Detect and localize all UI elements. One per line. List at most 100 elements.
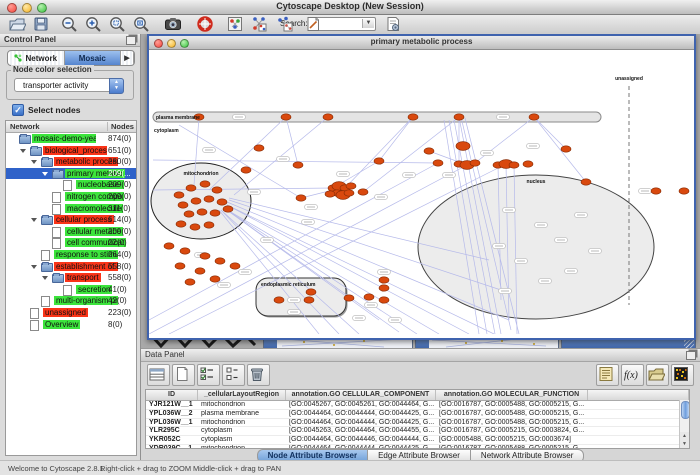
network-tree-header[interactable]: Network Nodes <box>6 121 136 133</box>
expand-arrow-icon[interactable] <box>31 218 37 222</box>
network-node[interactable] <box>210 210 220 216</box>
network-node[interactable] <box>581 179 591 185</box>
network-node[interactable] <box>379 297 389 303</box>
tree-row-biological-process[interactable]: biological_process651(0) <box>6 145 136 157</box>
network-node[interactable] <box>204 196 214 202</box>
table-row-ypl036w-2[interactable]: YPL036W__2plasma membrane[GO:0044464, GO… <box>146 410 689 419</box>
snapshot-button[interactable] <box>164 15 183 33</box>
attribute-list-button[interactable] <box>596 364 619 386</box>
network-node[interactable] <box>293 162 303 168</box>
network-node[interactable] <box>175 263 185 269</box>
network-node[interactable] <box>200 253 210 259</box>
network-node[interactable] <box>186 185 196 191</box>
open-file-button[interactable] <box>8 15 27 33</box>
network-node[interactable] <box>197 209 207 215</box>
help-ring-button[interactable] <box>196 15 215 33</box>
tree-row-unassigned[interactable]: unassigned223(0) <box>6 307 136 319</box>
network-node[interactable] <box>176 221 186 227</box>
tree-row-cellular-metabo[interactable]: cellular metabo209(0) <box>6 226 136 238</box>
tree-row-overview[interactable]: Overview8(0) <box>6 319 136 331</box>
ontology-wizard-button[interactable] <box>384 15 403 33</box>
network-node[interactable] <box>195 268 205 274</box>
table-row-ykr052c[interactable]: YKR052Ccytoplasm[GO:0044464, GO:0044446,… <box>146 436 689 445</box>
network-node[interactable] <box>364 294 374 300</box>
tree-row-mosaic-demo-yeast[interactable]: mosaic-demo-yeast874(0) <box>6 133 136 145</box>
network-node[interactable] <box>523 161 533 167</box>
scrollbar-thumb[interactable] <box>681 401 690 419</box>
network-node[interactable] <box>346 183 356 189</box>
nucleus-compartment[interactable] <box>418 175 654 319</box>
network-node[interactable] <box>185 279 195 285</box>
attribute-table-button[interactable] <box>147 364 170 386</box>
network-node[interactable] <box>470 160 480 166</box>
tab-mosaic[interactable]: Mosaic <box>65 51 122 65</box>
table-row-yjr121w-1[interactable]: YJR121W__1mitochondrion[GO:0045267, GO:0… <box>146 401 689 410</box>
select-attributes-button[interactable] <box>197 364 220 386</box>
network-node[interactable] <box>454 114 464 120</box>
table-row-ylr295c[interactable]: YLR295Ccytoplasm[GO:0045263, GO:0044464,… <box>146 427 689 436</box>
tree-row-cellular-process[interactable]: cellular process614(0) <box>6 214 136 226</box>
network-node[interactable] <box>281 114 291 120</box>
new-attribute-button[interactable] <box>172 364 195 386</box>
network-window-titlebar[interactable]: primary metabolic process <box>149 36 694 50</box>
network-node[interactable] <box>180 248 190 254</box>
network-node[interactable] <box>561 146 571 152</box>
expand-arrow-icon[interactable] <box>31 265 37 269</box>
network-node[interactable] <box>344 295 354 301</box>
tab-network[interactable]: Network <box>8 51 65 65</box>
network-node[interactable] <box>223 206 233 212</box>
matrix-view-button[interactable] <box>671 364 694 386</box>
network-node[interactable] <box>215 258 225 264</box>
float-data-panel-icon[interactable] <box>686 351 696 360</box>
network-node[interactable] <box>306 289 316 295</box>
scrollbar-arrows[interactable]: ▲▼ <box>679 432 689 448</box>
network-node[interactable] <box>254 145 264 151</box>
combo-stepper-icon[interactable]: ▲▼ <box>109 78 124 94</box>
network-node[interactable] <box>190 224 200 230</box>
column-header-annotation-go-molecular-function[interactable]: annotation.GO MOLECULAR_FUNCTION <box>436 390 588 400</box>
search-dropdown-icon[interactable]: ▼ <box>362 19 374 28</box>
network-node[interactable] <box>433 160 443 166</box>
column-header-id[interactable]: ID <box>146 390 198 400</box>
network-node[interactable] <box>204 222 214 228</box>
network-node[interactable] <box>374 158 384 164</box>
tree-row-cell-communicat[interactable]: cell communicat22(0) <box>6 237 136 249</box>
zoom-out-button[interactable] <box>60 15 79 33</box>
attribute-table-header[interactable]: ID_cellularLayoutRegionannotation.GO CEL… <box>146 390 689 401</box>
network-node[interactable] <box>200 181 210 187</box>
expand-arrow-icon[interactable] <box>42 172 48 176</box>
column-header-annotation-go-cellular-component[interactable]: annotation.GO CELLULAR_COMPONENT <box>286 390 436 400</box>
tree-row-establishment-of-lo[interactable]: establishment of lo558(0) <box>6 261 136 273</box>
network-node[interactable] <box>274 297 284 303</box>
tab-overflow-arrow-icon[interactable]: ▶ <box>121 51 134 65</box>
vizmapper-button[interactable] <box>226 15 245 33</box>
network-node[interactable] <box>651 188 661 194</box>
network-node[interactable] <box>178 202 188 208</box>
network-node[interactable] <box>230 263 240 269</box>
node-color-attribute-select[interactable]: transporter activity ▲▼ <box>14 78 124 92</box>
network-node[interactable] <box>325 191 335 197</box>
network-view-window[interactable]: primary metabolic process plasma membran… <box>147 34 696 340</box>
network-node[interactable] <box>529 114 539 120</box>
network-node[interactable] <box>164 243 174 249</box>
expand-arrow-icon[interactable] <box>31 160 37 164</box>
network-node[interactable] <box>509 162 519 168</box>
network-node[interactable] <box>174 192 184 198</box>
save-button[interactable] <box>32 15 51 33</box>
network-node[interactable] <box>184 211 194 217</box>
unselect-attributes-button[interactable] <box>222 364 245 386</box>
column-header-cellularlayoutregion[interactable]: _cellularLayoutRegion <box>198 390 286 400</box>
tree-row-transport[interactable]: transport558(0) <box>6 272 136 284</box>
layout-network-1-button[interactable] <box>250 15 269 33</box>
network-node[interactable] <box>210 276 220 282</box>
network-node[interactable] <box>212 187 222 193</box>
zoom-fit-button[interactable] <box>132 15 151 33</box>
network-node[interactable] <box>304 297 314 303</box>
select-nodes-checkbox[interactable]: ✓ <box>12 104 24 116</box>
network-node[interactable] <box>217 199 227 205</box>
tree-row-response-to-stimulu[interactable]: response to stimulu264(0) <box>6 249 136 261</box>
delete-attribute-button[interactable] <box>247 364 270 386</box>
tree-row-multi-organism-pro[interactable]: multi-organism pro42(0) <box>6 295 136 307</box>
tree-row-nucleobase[interactable]: nucleobase-209(0) <box>6 179 136 191</box>
expand-arrow-icon[interactable] <box>42 276 48 280</box>
